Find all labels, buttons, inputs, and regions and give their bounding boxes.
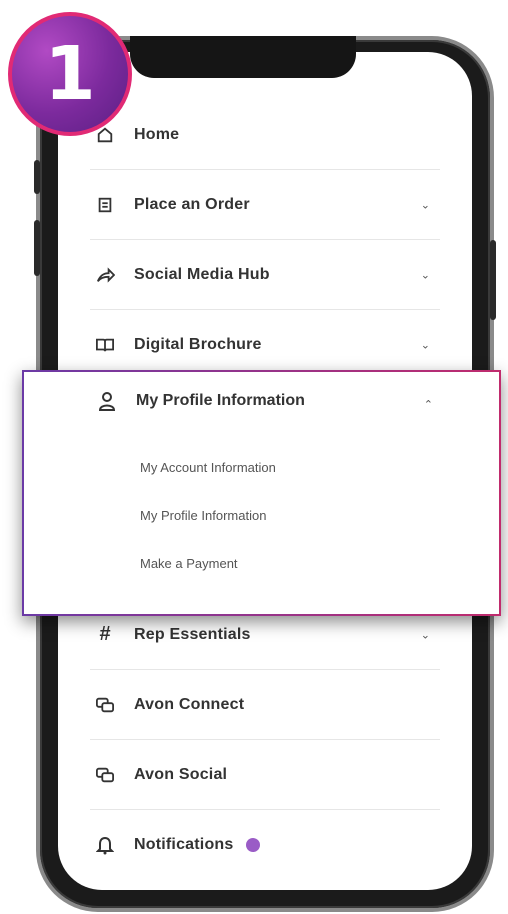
step-number: 1 [44,31,96,117]
chevron-down-icon: ⌄ [420,199,430,211]
menu-item-avon-social[interactable]: Avon Social [90,740,440,810]
menu-item-place-an-order[interactable]: Place an Order ⌄ [90,170,440,240]
menu-item-label: Place an Order [134,195,250,213]
chevron-down-icon: ⌄ [420,269,430,281]
chevron-up-icon[interactable]: ⌃ [424,398,433,411]
notification-dot [245,838,260,852]
menu-item-social-media-hub[interactable]: Social Media Hub ⌄ [90,240,440,310]
submenu-item-my-account-information[interactable]: My Account Information [140,460,276,475]
submenu-item-make-a-payment[interactable]: Make a Payment [140,556,238,571]
bell-icon [90,830,120,860]
menu-item-home[interactable]: Home [90,100,440,170]
menu-item-notifications[interactable]: Notifications [90,810,440,880]
phone-mute-button [34,160,40,194]
highlight-box: My Profile Information ⌃ My Account Info… [22,370,501,616]
book-icon [90,330,120,360]
menu-item-label: Social Media Hub [134,265,270,283]
menu-item-label: My Profile Information [136,392,305,409]
menu-item-label: Digital Brochure [134,335,262,353]
share-icon [90,260,120,290]
hash-icon: # [99,623,111,645]
phone-volume-button [34,220,40,276]
phone-notch [130,36,356,78]
chevron-down-icon: ⌄ [420,339,430,351]
submenu-item-my-profile-information[interactable]: My Profile Information [140,508,266,523]
menu-item-avon-connect[interactable]: Avon Connect [90,670,440,740]
menu-item-my-profile-information[interactable]: My Profile Information [92,386,305,416]
phone-power-button [490,240,496,320]
menu-item-label: Rep Essentials [134,625,251,643]
menu-item-label: Avon Social [134,765,228,783]
step-badge: 1 [8,12,132,136]
user-icon [92,386,122,416]
chevron-down-icon: ⌄ [420,629,430,641]
menu-item-label: Avon Connect [134,695,245,713]
menu-item-label: Home [134,125,180,143]
menu-item-label: Notifications [134,836,234,853]
chat-icon [90,760,120,790]
order-icon [90,190,120,220]
chat-icon [90,690,120,720]
